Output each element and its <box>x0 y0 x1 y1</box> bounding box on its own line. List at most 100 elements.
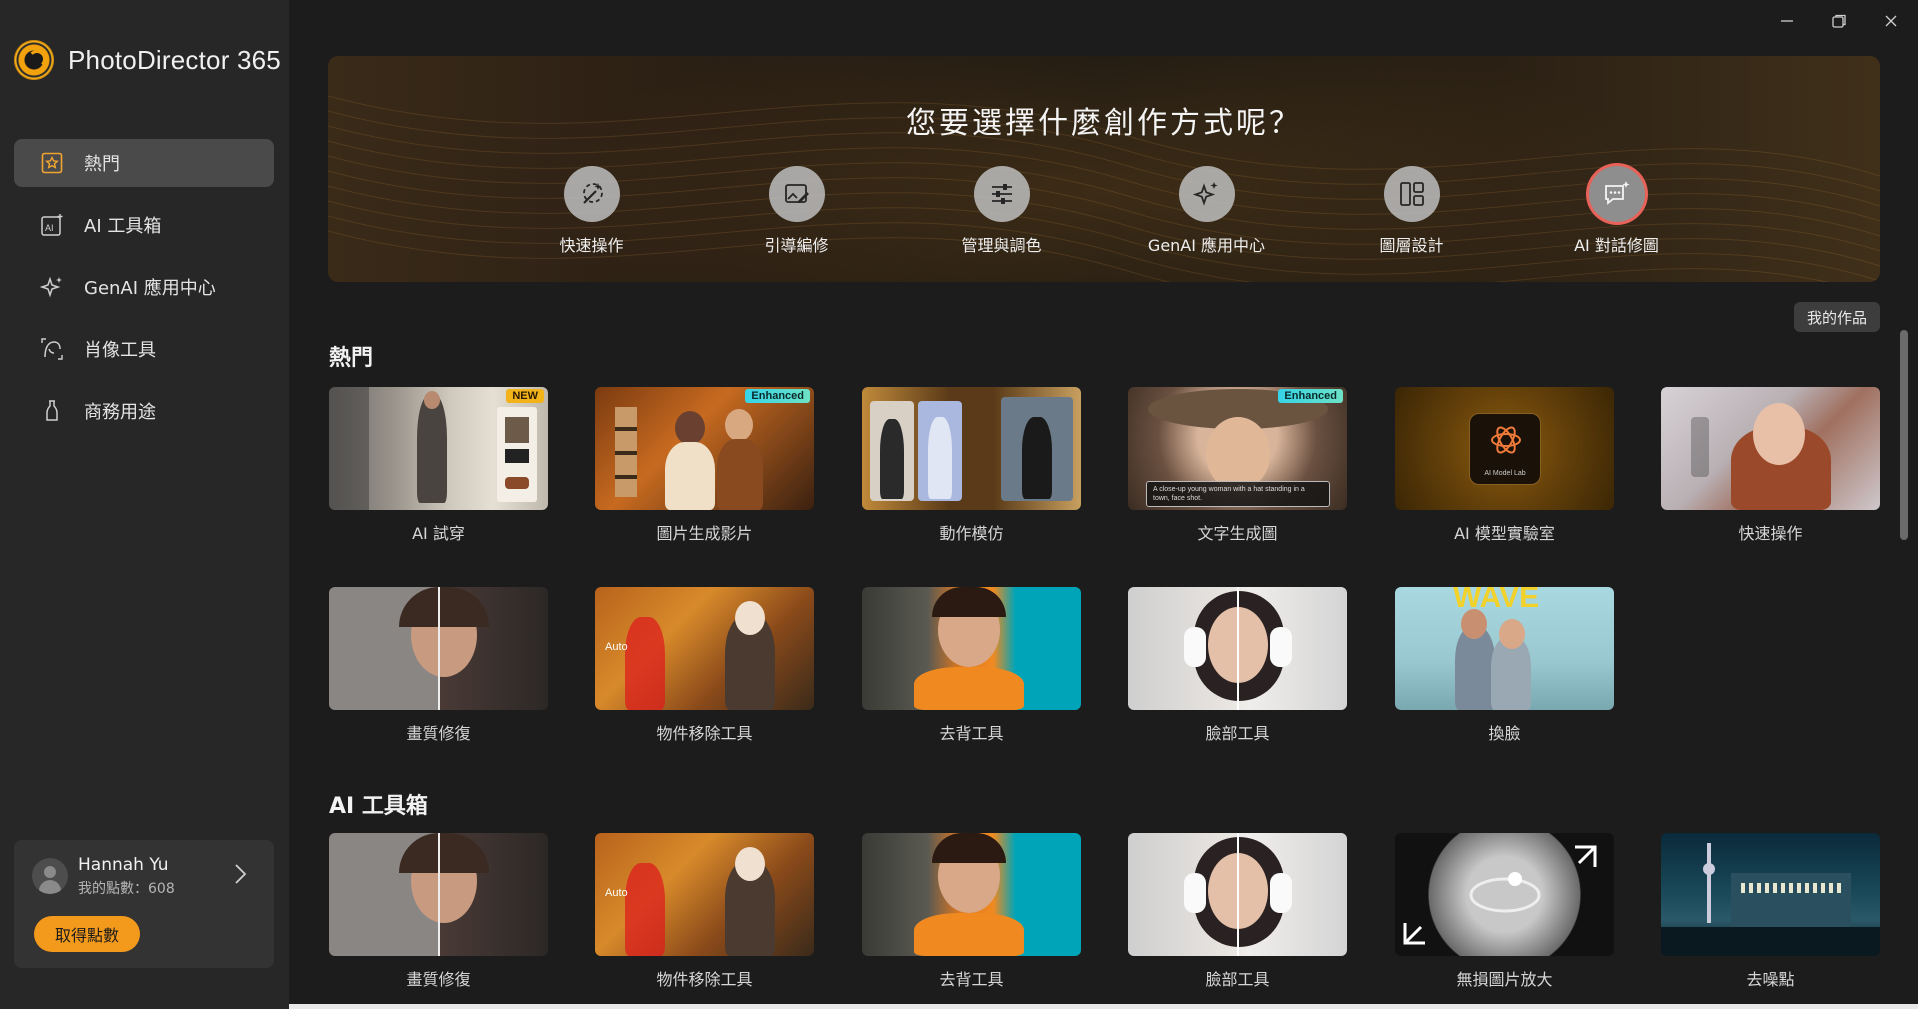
badge-new: NEW <box>506 389 544 403</box>
card-ai-tryon[interactable]: NEW AI 試穿 <box>329 387 548 544</box>
card-face-swap[interactable]: WAVE 換臉 <box>1395 587 1614 744</box>
card-thumbnail: Enhanced <box>595 387 814 510</box>
banner-actions: 快速操作 引導編修 管理與調色 GenAI 應用中心 圖層設計 AI 對話修圖 <box>328 166 1880 256</box>
card-label: 去背工具 <box>939 970 1004 989</box>
card-label: 臉部工具 <box>1205 724 1270 743</box>
close-button[interactable] <box>1874 8 1908 34</box>
layer-design-label: 圖層設計 <box>1379 236 1444 255</box>
card-label: 無損圖片放大 <box>1456 970 1553 989</box>
ai-model-lab-icon: AI Model Lab <box>1469 413 1541 485</box>
card-thumbnail: NEW <box>329 387 548 510</box>
minimize-icon <box>1781 20 1793 22</box>
card-quality-restore[interactable]: 畫質修復 <box>329 833 548 990</box>
quick-action-button[interactable]: 快速操作 <box>489 166 694 256</box>
my-works-button[interactable]: 我的作品 <box>1794 302 1880 332</box>
card-thumbnail <box>329 587 548 710</box>
sidebar-item-popular[interactable]: 熱門 <box>14 139 274 187</box>
card-object-removal[interactable]: Auto 物件移除工具 <box>595 587 814 744</box>
sidebar-item-label: 肖像工具 <box>84 340 156 361</box>
card-thumbnail <box>1661 833 1880 956</box>
scrollbar[interactable] <box>1900 330 1908 540</box>
sidebar-item-label: 熱門 <box>84 154 120 175</box>
card-denoise[interactable]: 去噪點 <box>1661 833 1880 990</box>
card-thumbnail: Auto <box>595 587 814 710</box>
card-label: 換臉 <box>1488 724 1521 743</box>
sidebar-item-label: GenAI 應用中心 <box>84 278 216 299</box>
app-title: PhotoDirector 365 <box>68 44 281 75</box>
get-points-button[interactable]: 取得點數 <box>34 916 140 952</box>
card-label: 畫質修復 <box>406 724 471 743</box>
card-thumbnail <box>862 833 1081 956</box>
ai-chat-edit-label: AI 對話修圖 <box>1574 236 1659 255</box>
card-label: 去背工具 <box>939 724 1004 743</box>
sidebar: PhotoDirector 365 熱門 AI AI 工具箱 GenAI 應用中… <box>0 0 289 1009</box>
sidebar-item-portrait-tools[interactable]: 肖像工具 <box>14 325 274 373</box>
guided-edit-button[interactable]: 引導編修 <box>694 166 899 256</box>
ai-box-icon: AI <box>40 213 64 237</box>
card-thumbnail <box>862 587 1081 710</box>
card-bg-removal[interactable]: 去背工具 <box>862 587 1081 744</box>
layer-design-button[interactable]: 圖層設計 <box>1309 166 1514 256</box>
restore-icon <box>1832 14 1846 28</box>
image-edit-icon <box>768 166 825 222</box>
sidebar-item-label: AI 工具箱 <box>84 216 162 237</box>
card-ai-model-lab[interactable]: AI Model Lab AI 模型實驗室 <box>1395 387 1614 544</box>
card-motion-mimic[interactable]: 動作模仿 <box>862 387 1081 544</box>
manage-color-button[interactable]: 管理與調色 <box>899 166 1104 256</box>
sparkle-icon <box>40 275 64 299</box>
avatar <box>32 858 68 894</box>
user-card[interactable]: Hannah Yu 我的點數：608 取得點數 <box>14 840 274 968</box>
minimize-button[interactable] <box>1770 8 1804 34</box>
manage-color-label: 管理與調色 <box>961 236 1042 255</box>
card-text-to-image[interactable]: A close-up young woman with a hat standi… <box>1128 387 1347 544</box>
card-thumbnail <box>1661 387 1880 510</box>
ai-model-lab-caption: AI Model Lab <box>1484 470 1526 477</box>
bottle-icon <box>40 399 64 423</box>
sidebar-item-ai-toolbox[interactable]: AI AI 工具箱 <box>14 201 274 249</box>
sidebar-item-business[interactable]: 商務用途 <box>14 387 274 435</box>
card-thumbnail <box>1395 833 1614 956</box>
sidebar-item-label: 商務用途 <box>84 402 156 423</box>
sidebar-item-genai-center[interactable]: GenAI 應用中心 <box>14 263 274 311</box>
star-square-icon <box>40 151 64 175</box>
card-label: 快速操作 <box>1738 524 1803 543</box>
photodirector-logo-icon <box>14 40 54 80</box>
user-points: 我的點數：608 <box>78 881 175 897</box>
card-label: 物件移除工具 <box>656 724 753 743</box>
section-title-ai-toolbox: AI 工具箱 <box>329 794 428 819</box>
sparkle-icon <box>1178 166 1235 222</box>
card-thumbnail: A close-up young woman with a hat standi… <box>1128 387 1347 510</box>
user-name: Hannah Yu <box>78 855 169 875</box>
card-image-to-video[interactable]: Enhanced 圖片生成影片 <box>595 387 814 544</box>
card-label: 文字生成圖 <box>1197 524 1278 543</box>
ai-chat-edit-button[interactable]: AI 對話修圖 <box>1514 166 1719 256</box>
svg-text:AI: AI <box>45 223 54 233</box>
card-label: 圖片生成影片 <box>656 524 753 543</box>
chat-sparkle-icon <box>1588 166 1645 222</box>
genai-center-label: GenAI 應用中心 <box>1147 236 1266 255</box>
card-bg-removal[interactable]: 去背工具 <box>862 833 1081 990</box>
section-title-popular: 熱門 <box>329 346 374 371</box>
card-thumbnail: Auto <box>595 833 814 956</box>
card-label: 物件移除工具 <box>656 970 753 989</box>
sidebar-nav: 熱門 AI AI 工具箱 GenAI 應用中心 肖像工具 商務用途 <box>14 139 274 449</box>
expand-corners-icon <box>1403 845 1597 945</box>
card-face-tools[interactable]: 臉部工具 <box>1128 833 1347 990</box>
card-thumbnail <box>329 833 548 956</box>
chevron-right-icon[interactable] <box>230 862 250 886</box>
card-label: 畫質修復 <box>406 970 471 989</box>
card-thumbnail: WAVE <box>1395 587 1614 710</box>
genai-center-button[interactable]: GenAI 應用中心 <box>1104 166 1309 256</box>
portrait-icon <box>40 337 64 361</box>
card-face-tools[interactable]: 臉部工具 <box>1128 587 1347 744</box>
restore-button[interactable] <box>1822 8 1856 34</box>
card-quick-action[interactable]: 快速操作 <box>1661 387 1880 544</box>
badge-enhanced: Enhanced <box>1278 389 1343 403</box>
card-quality-restore[interactable]: 畫質修復 <box>329 587 548 744</box>
card-lossless-upscale[interactable]: 無損圖片放大 <box>1395 833 1614 990</box>
layout-icon <box>1383 166 1440 222</box>
card-label: AI 試穿 <box>412 524 465 543</box>
brand: PhotoDirector 365 <box>14 40 281 80</box>
card-object-removal[interactable]: Auto 物件移除工具 <box>595 833 814 990</box>
close-icon <box>1885 15 1897 27</box>
